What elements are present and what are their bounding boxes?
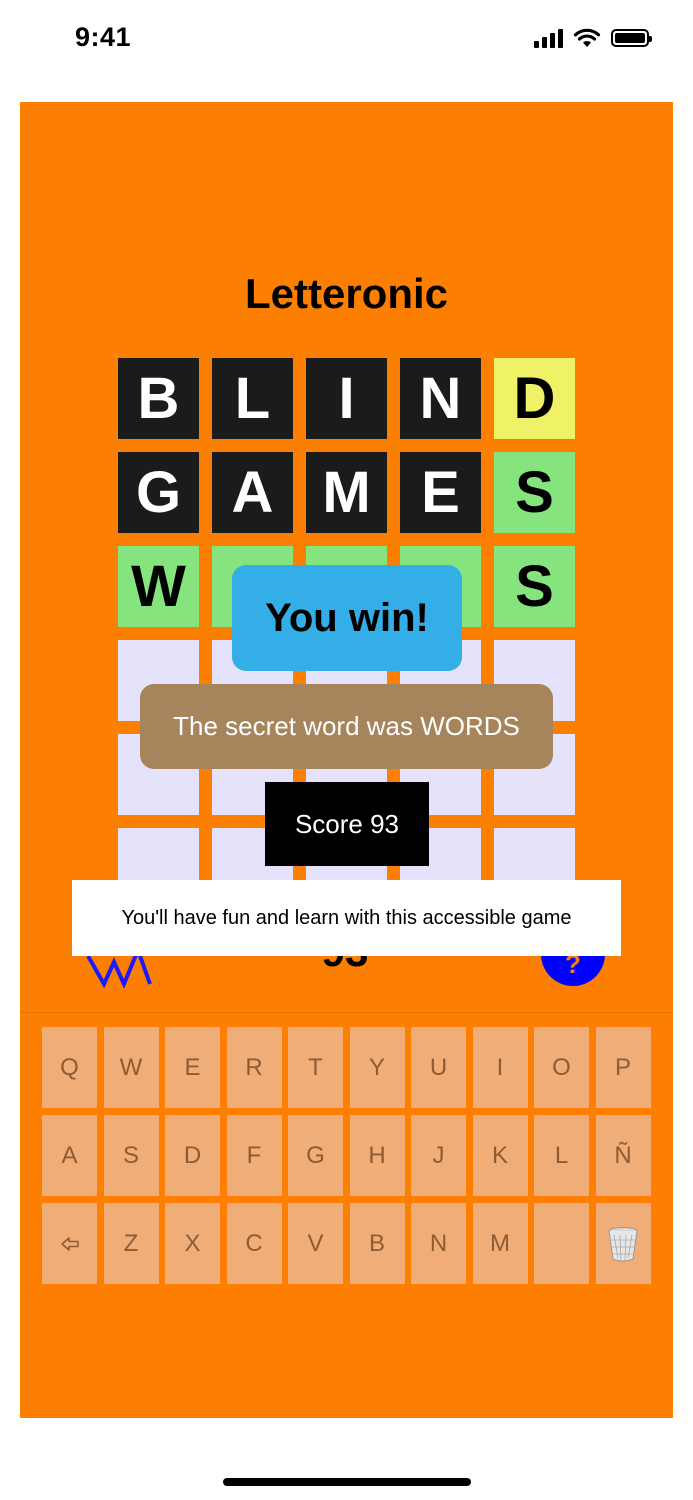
key-b[interactable]: B — [349, 1203, 405, 1284]
letter-tile: N — [400, 358, 481, 439]
key-z[interactable]: Z — [103, 1203, 159, 1284]
key-ñ[interactable]: Ñ — [595, 1115, 651, 1196]
letter-tile: W — [118, 546, 199, 627]
battery-icon — [611, 29, 652, 47]
win-message: You win! — [232, 565, 462, 671]
key-m[interactable]: M — [472, 1203, 528, 1284]
home-indicator[interactable] — [223, 1478, 471, 1486]
key-i[interactable]: I — [472, 1027, 528, 1108]
key-t[interactable]: T — [288, 1027, 343, 1108]
letter-tile: A — [212, 452, 293, 533]
key-n[interactable]: N — [411, 1203, 466, 1284]
letter-tile: G — [118, 452, 199, 533]
key-p[interactable]: P — [595, 1027, 651, 1108]
key-h[interactable]: H — [349, 1115, 405, 1196]
key-s[interactable]: S — [103, 1115, 159, 1196]
key-u[interactable]: U — [411, 1027, 466, 1108]
enter-key[interactable] — [42, 1203, 97, 1284]
status-icons — [534, 28, 652, 48]
score-display: Score 93 — [265, 782, 429, 866]
key-r[interactable]: R — [226, 1027, 282, 1108]
key-d[interactable]: D — [165, 1115, 220, 1196]
key-f[interactable]: F — [226, 1115, 282, 1196]
key-c[interactable]: C — [226, 1203, 282, 1284]
letter-tile: S — [494, 452, 575, 533]
key-l[interactable]: L — [534, 1115, 589, 1196]
status-bar: 9:41 — [0, 0, 693, 80]
keyboard-divider — [20, 1012, 673, 1013]
wifi-icon — [573, 28, 601, 47]
letter-tile: I — [306, 358, 387, 439]
delete-key[interactable] — [595, 1203, 651, 1284]
letter-tile: B — [118, 358, 199, 439]
status-time: 9:41 — [75, 22, 132, 52]
key-x[interactable]: X — [165, 1203, 220, 1284]
key-v[interactable]: V — [288, 1203, 343, 1284]
key-y[interactable]: Y — [349, 1027, 405, 1108]
key-e[interactable]: E — [165, 1027, 220, 1108]
trash-icon — [608, 1226, 638, 1261]
letter-tile: D — [494, 358, 575, 439]
letter-tile: E — [400, 452, 481, 533]
game-panel: Letteronic BLINDGAMESWORDS You win! The … — [20, 102, 673, 1418]
letter-tile: S — [494, 546, 575, 627]
letter-tile: M — [306, 452, 387, 533]
key-a[interactable]: A — [42, 1115, 97, 1196]
key-j[interactable]: J — [411, 1115, 466, 1196]
key-k[interactable]: K — [472, 1115, 528, 1196]
key-q[interactable]: Q — [42, 1027, 97, 1108]
key-o[interactable]: O — [534, 1027, 589, 1108]
key-w[interactable]: W — [103, 1027, 159, 1108]
cellular-signal-icon — [534, 28, 563, 48]
blank-key[interactable] — [534, 1203, 589, 1284]
letter-tile: L — [212, 358, 293, 439]
info-banner: You'll have fun and learn with this acce… — [72, 880, 621, 956]
secret-word-message: The secret word was WORDS — [140, 684, 553, 769]
enter-icon — [60, 1236, 79, 1251]
key-g[interactable]: G — [288, 1115, 343, 1196]
game-title: Letteronic — [244, 270, 449, 317]
